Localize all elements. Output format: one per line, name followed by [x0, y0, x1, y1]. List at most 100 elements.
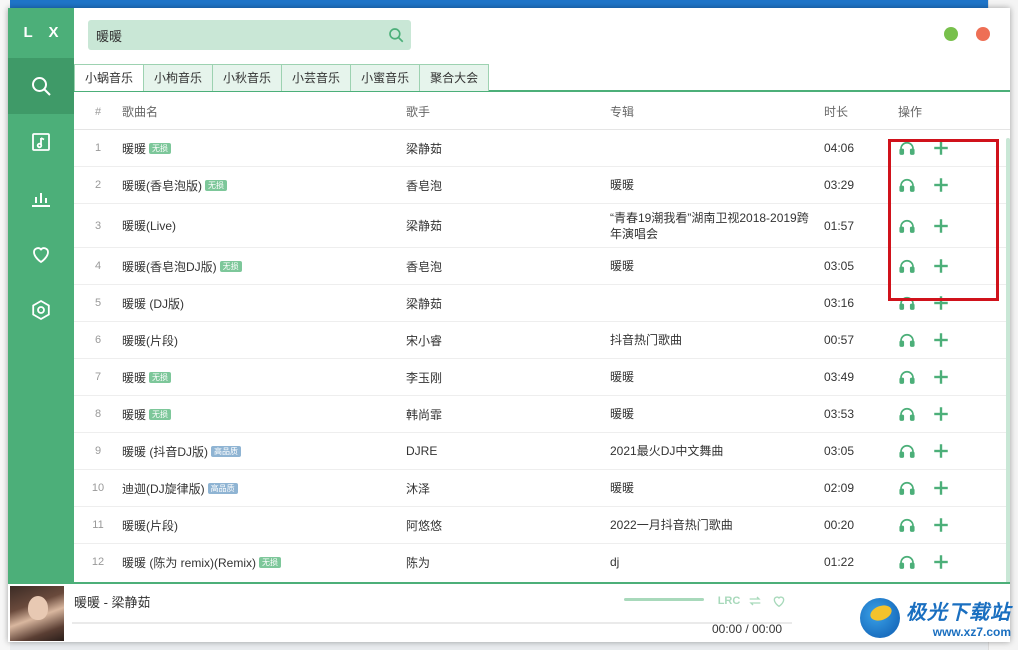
- tab-source[interactable]: 小蜗音乐: [75, 65, 145, 91]
- row-duration: 03:05: [824, 444, 855, 458]
- add-button[interactable]: [932, 442, 950, 460]
- plus-icon: [934, 259, 948, 273]
- play-button[interactable]: [898, 442, 916, 460]
- table-row[interactable]: 2 暖暖(香皂泡版) 无损 香皂泡 暖暖 03:29: [74, 167, 1010, 204]
- headphone-icon: [899, 219, 915, 233]
- table-row[interactable]: 10 迪迦(DJ旋律版) 高品质 沐泽 暖暖 02:09: [74, 470, 1010, 507]
- song-name: 暖暖: [122, 407, 147, 422]
- row-actions: [894, 553, 974, 571]
- play-button[interactable]: [898, 176, 916, 194]
- headphone-icon: [899, 259, 915, 273]
- row-num: 7: [94, 371, 102, 383]
- play-button[interactable]: [898, 368, 916, 386]
- headphone-icon: [899, 141, 915, 155]
- add-button[interactable]: [932, 139, 950, 157]
- add-button[interactable]: [932, 217, 950, 235]
- row-duration: 03:16: [824, 296, 855, 310]
- search-input[interactable]: [96, 27, 381, 43]
- loop-icon: [749, 596, 761, 606]
- sidebar-item-settings[interactable]: [8, 282, 74, 338]
- progress-bar[interactable]: [72, 622, 792, 624]
- table-row[interactable]: 8 暖暖 无损 韩尚霏 暖暖 03:53: [74, 396, 1010, 433]
- sidebar-item-favorites[interactable]: [8, 226, 74, 282]
- table-row[interactable]: 6 暖暖(片段) 宋小睿 抖音热门歌曲 00:57: [74, 322, 1010, 359]
- plus-icon: [934, 518, 948, 532]
- row-num: 9: [94, 445, 102, 457]
- row-actions: [894, 294, 974, 312]
- song-name: 暖暖 (DJ版): [122, 296, 184, 311]
- song-name: 暖暖(Live): [122, 219, 177, 233]
- tab-source[interactable]: 小芸音乐: [282, 65, 352, 91]
- volume-slider[interactable]: [624, 598, 704, 601]
- table-row[interactable]: 5 暖暖 (DJ版) 梁静茹 03:16: [74, 285, 1010, 322]
- table-row[interactable]: 9 暖暖 (抖音DJ版) 高品质 DJRE 2021最火DJ中文舞曲 03:05: [74, 433, 1010, 470]
- favorite-button[interactable]: [770, 592, 788, 610]
- row-actions: [894, 176, 974, 194]
- minimize-button[interactable]: [944, 27, 958, 41]
- tab-source[interactable]: 小枸音乐: [144, 65, 214, 91]
- table-row[interactable]: 3 暖暖(Live) 梁静茹 “青春19潮我看”湖南卫视2018-2019跨年演唱会 0…: [74, 204, 1010, 248]
- add-button[interactable]: [932, 176, 950, 194]
- table-row[interactable]: 4 暖暖(香皂泡DJ版) 无损 香皂泡 暖暖 03:05: [74, 248, 1010, 285]
- song-name: 暖暖(片段): [122, 518, 178, 533]
- row-num: 12: [91, 556, 105, 568]
- add-button[interactable]: [932, 405, 950, 423]
- play-button[interactable]: [898, 405, 916, 423]
- table-row[interactable]: 12 暖暖 (陈为 remix)(Remix) 无损 陈为 dj 01:22: [74, 544, 1010, 580]
- add-button[interactable]: [932, 331, 950, 349]
- close-button[interactable]: [976, 27, 990, 41]
- headphone-icon: [899, 296, 915, 310]
- row-num: 8: [94, 408, 102, 420]
- plus-icon: [934, 333, 948, 347]
- tab-source[interactable]: 聚合大会: [420, 65, 489, 91]
- album-cover[interactable]: [10, 586, 64, 641]
- add-button[interactable]: [932, 516, 950, 534]
- row-num: 2: [94, 179, 102, 191]
- play-button[interactable]: [898, 257, 916, 275]
- settings-icon: [32, 299, 50, 321]
- song-name: 暖暖(香皂泡DJ版): [122, 259, 217, 274]
- row-actions: [894, 257, 974, 275]
- sidebar-item-songlist[interactable]: [8, 114, 74, 170]
- song-name: 暖暖 (陈为 remix)(Remix): [122, 555, 256, 570]
- table-row[interactable]: 11 暖暖(片段) 阿悠悠 2022一月抖音热门歌曲 00:20: [74, 507, 1010, 544]
- tab-source[interactable]: 小秋音乐: [213, 65, 283, 91]
- row-singer: 香皂泡: [406, 259, 443, 274]
- loop-button[interactable]: [746, 592, 764, 610]
- tab-source[interactable]: 小蜜音乐: [351, 65, 421, 91]
- quality-badge: 无损: [149, 142, 172, 154]
- add-button[interactable]: [932, 257, 950, 275]
- heart-icon: [33, 247, 49, 264]
- row-num: 1: [94, 142, 102, 154]
- play-button[interactable]: [898, 139, 916, 157]
- row-duration: 01:57: [824, 218, 855, 233]
- sidebar-item-search[interactable]: [8, 58, 74, 114]
- row-singer: 梁静茹: [406, 296, 443, 311]
- sidebar-item-leaderboard[interactable]: [8, 170, 74, 226]
- headphone-icon: [899, 333, 915, 347]
- row-duration: 00:20: [824, 518, 855, 532]
- play-button[interactable]: [898, 516, 916, 534]
- quality-badge: 高品质: [207, 482, 238, 494]
- add-button[interactable]: [932, 368, 950, 386]
- add-button[interactable]: [932, 479, 950, 497]
- table-row[interactable]: 1 暖暖 无损 梁静茹 04:06: [74, 130, 1010, 167]
- play-button[interactable]: [898, 553, 916, 571]
- add-button[interactable]: [932, 294, 950, 312]
- lyrics-button[interactable]: LRC: [718, 592, 741, 610]
- headphone-icon: [899, 481, 915, 495]
- search-button[interactable]: [381, 20, 411, 50]
- plus-icon: [934, 370, 948, 384]
- play-button[interactable]: [898, 294, 916, 312]
- chart-icon: [32, 193, 50, 207]
- scrollbar[interactable]: [1006, 138, 1010, 588]
- play-button[interactable]: [898, 331, 916, 349]
- header-ops: 操作: [898, 105, 923, 119]
- play-button[interactable]: [898, 479, 916, 497]
- row-duration: 04:06: [824, 141, 855, 155]
- row-duration: 03:53: [824, 407, 855, 421]
- song-name: 暖暖(片段): [122, 333, 178, 348]
- add-button[interactable]: [932, 553, 950, 571]
- table-row[interactable]: 7 暖暖 无损 李玉刚 暖暖 03:49: [74, 359, 1010, 396]
- play-button[interactable]: [898, 217, 916, 235]
